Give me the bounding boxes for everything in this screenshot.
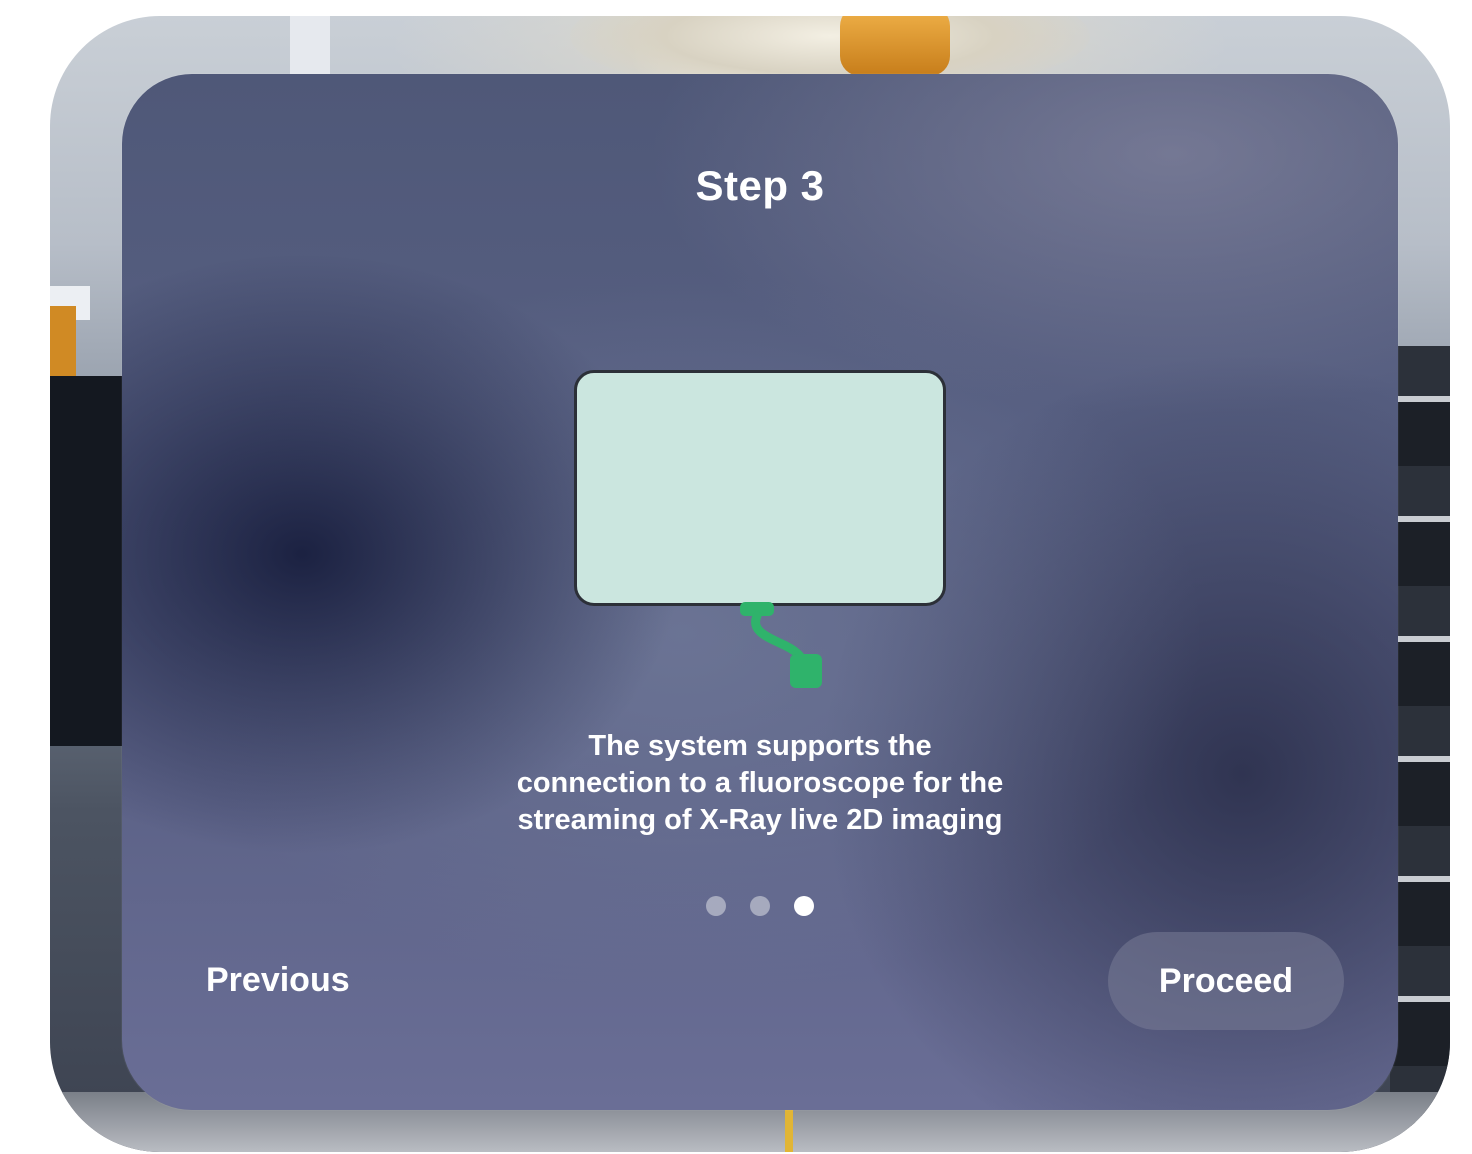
- pagination-dots: [122, 896, 1398, 916]
- step-title: Step 3: [695, 162, 825, 209]
- page-dot-3-active[interactable]: [794, 896, 814, 916]
- step-description: The system supports the connection to a …: [516, 730, 1004, 836]
- page-dot-1[interactable]: [706, 896, 726, 916]
- surgical-lamp-hub: [840, 16, 950, 76]
- cable-connector-icon: [740, 602, 822, 688]
- page-dot-2[interactable]: [750, 896, 770, 916]
- previous-button[interactable]: Previous: [190, 942, 366, 1018]
- background-monitor: [50, 376, 130, 746]
- monitor-with-cable-icon: [574, 370, 948, 694]
- ceiling-pole: [290, 16, 330, 76]
- proceed-button[interactable]: Proceed: [1108, 932, 1344, 1030]
- onboarding-dialog: Step 3 The system supports the connectio…: [122, 74, 1398, 1110]
- background-equipment-rack: [1390, 346, 1450, 1126]
